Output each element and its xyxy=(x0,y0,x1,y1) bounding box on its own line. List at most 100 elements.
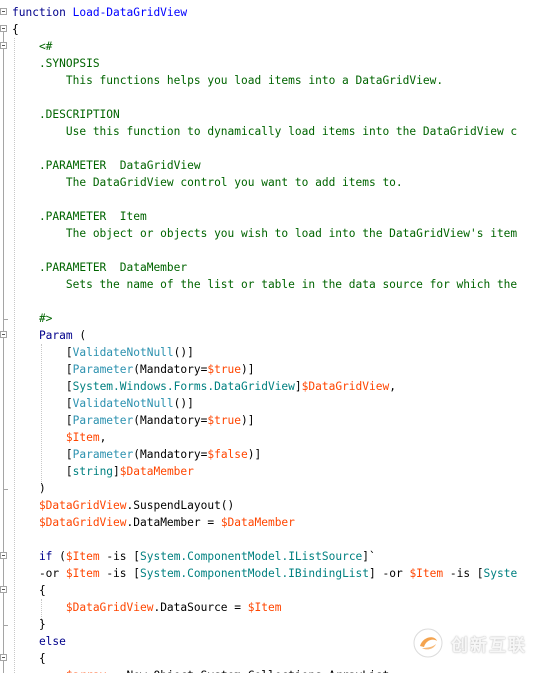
code-token: $Item xyxy=(409,567,444,580)
code-line[interactable]: } xyxy=(12,616,46,633)
code-token: { xyxy=(12,584,46,597)
fold-toggle-if-condition[interactable] xyxy=(0,552,7,559)
fold-guide-line xyxy=(3,26,4,673)
code-line[interactable]: .PARAMETER Item xyxy=(12,208,147,225)
code-token: function xyxy=(12,6,73,19)
code-token: [ xyxy=(12,448,73,461)
code-token: [ xyxy=(12,346,73,359)
code-token: Param xyxy=(12,329,80,342)
code-line[interactable]: [Parameter(Mandatory=$false)] xyxy=(12,446,261,463)
code-token: Parameter xyxy=(72,363,134,376)
code-token: $DataGridView xyxy=(12,601,154,614)
code-line[interactable]: [ValidateNotNull()] xyxy=(12,344,194,361)
code-token: $Item xyxy=(65,550,100,563)
watermark: 创新互联 xyxy=(411,625,527,661)
code-token: ()] xyxy=(173,346,194,359)
code-token: $Item xyxy=(65,567,100,580)
fold-end-if-block xyxy=(3,625,8,626)
code-line[interactable]: Param ( xyxy=(12,327,86,344)
code-token: } xyxy=(12,618,46,631)
code-token: $false xyxy=(207,448,248,461)
code-token: .PARAMETER Item xyxy=(12,210,147,223)
code-token: $DataMember xyxy=(220,516,295,529)
code-line[interactable]: $Item, xyxy=(12,429,106,446)
code-token: System.ComponentModel.IBindingList xyxy=(140,567,370,580)
code-line[interactable]: $DataGridView.DataMember = $DataMember xyxy=(12,514,295,531)
code-token: $DataGridView xyxy=(301,380,390,393)
code-token: The object or objects you wish to load i… xyxy=(12,227,518,240)
code-token: .DataMember = xyxy=(126,516,221,529)
code-line[interactable]: [Parameter(Mandatory=$true)] xyxy=(12,412,255,429)
code-line[interactable]: The object or objects you wish to load i… xyxy=(12,225,517,242)
fold-toggle-param-block[interactable] xyxy=(0,331,7,338)
code-line[interactable]: -or $Item -is [System.ComponentModel.IBi… xyxy=(12,565,517,582)
code-token: ValidateNotNull xyxy=(72,346,174,359)
code-line[interactable]: $DataGridView.SuspendLayout() xyxy=(12,497,234,514)
code-token: = New-Object System.Collections.ArrayLis… xyxy=(106,669,389,673)
code-token: Syste xyxy=(483,567,518,580)
code-token: $DataMember xyxy=(119,465,194,478)
code-line[interactable]: $DataGridView.DataSource = $Item xyxy=(12,599,282,616)
code-line[interactable]: [string]$DataMember xyxy=(12,463,194,480)
code-token: (Mandatory= xyxy=(133,363,208,376)
code-line[interactable]: { xyxy=(12,582,46,599)
code-token: { xyxy=(12,652,46,665)
code-token: $DataGridView xyxy=(12,499,127,512)
code-line[interactable]: .PARAMETER DataGridView xyxy=(12,157,201,174)
code-token: Load-DataGridView xyxy=(72,6,188,19)
fold-toggle-if-block[interactable] xyxy=(0,586,7,593)
code-line[interactable]: ) xyxy=(12,480,46,497)
code-token: System.ComponentModel.IListSource xyxy=(140,550,363,563)
code-token: Sets the name of the list or table in th… xyxy=(12,278,518,291)
code-token: -is [ xyxy=(443,567,484,580)
code-token: #> xyxy=(12,312,53,325)
code-line[interactable]: [System.Windows.Forms.DataGridView]$Data… xyxy=(12,378,396,395)
code-token: System.Windows.Forms.DataGridView xyxy=(72,380,295,393)
code-token: [ xyxy=(12,414,73,427)
code-token: [ xyxy=(12,380,73,393)
code-line[interactable]: The DataGridView control you want to add… xyxy=(12,174,403,191)
code-token: )] xyxy=(247,448,262,461)
code-token: .PARAMETER DataGridView xyxy=(12,159,201,172)
code-line[interactable]: function Load-DataGridView xyxy=(12,4,187,21)
code-token: ] xyxy=(113,465,120,478)
code-line[interactable]: This functions helps you load items into… xyxy=(12,72,443,89)
fold-toggle-function-body[interactable] xyxy=(0,25,7,32)
code-line[interactable]: { xyxy=(12,650,46,667)
code-token: (Mandatory= xyxy=(133,414,208,427)
code-token: This functions helps you load items into… xyxy=(12,74,444,87)
code-line[interactable]: .DESCRIPTION xyxy=(12,106,120,123)
code-line[interactable]: <# xyxy=(12,38,52,55)
code-line[interactable]: .SYNOPSIS xyxy=(12,55,100,72)
code-token: ) xyxy=(12,482,46,495)
code-line[interactable]: [Parameter(Mandatory=$true)] xyxy=(12,361,255,378)
code-line[interactable]: .PARAMETER DataMember xyxy=(12,259,187,276)
code-line[interactable]: if ($Item -is [System.ComponentModel.ILi… xyxy=(12,548,376,565)
fold-gutter xyxy=(0,0,9,673)
code-line[interactable]: else xyxy=(12,633,66,650)
code-token: <# xyxy=(12,40,53,53)
code-token: -or xyxy=(12,567,66,580)
code-token: ( xyxy=(79,329,87,342)
fold-toggle-function[interactable] xyxy=(0,8,7,15)
fold-toggle-comment-block[interactable] xyxy=(0,42,7,49)
watermark-text: 创新互联 xyxy=(451,635,527,656)
code-token: else xyxy=(12,635,66,648)
fold-toggle-else-block[interactable] xyxy=(0,654,7,661)
code-token: $true xyxy=(207,363,242,376)
code-token: $array xyxy=(66,669,106,673)
code-token: $Item xyxy=(247,601,282,614)
fold-end-comment-block xyxy=(3,319,8,320)
code-token: -is [ xyxy=(99,567,140,580)
code-editor[interactable]: function Load-DataGridView { <# .SYNOPSIS… xyxy=(0,0,535,673)
code-token: , xyxy=(99,431,107,444)
code-token: $true xyxy=(207,414,242,427)
code-token: .DESCRIPTION xyxy=(12,108,120,121)
code-line[interactable]: [ValidateNotNull()] xyxy=(12,395,194,412)
code-line[interactable]: $array = New-Object System.Collections.A… xyxy=(12,667,389,673)
code-line[interactable]: { xyxy=(12,21,19,38)
code-line[interactable]: Use this function to dynamically load it… xyxy=(12,123,517,140)
code-line[interactable]: Sets the name of the list or table in th… xyxy=(12,276,517,293)
code-token: The DataGridView control you want to add… xyxy=(12,176,403,189)
code-line[interactable]: #> xyxy=(12,310,52,327)
